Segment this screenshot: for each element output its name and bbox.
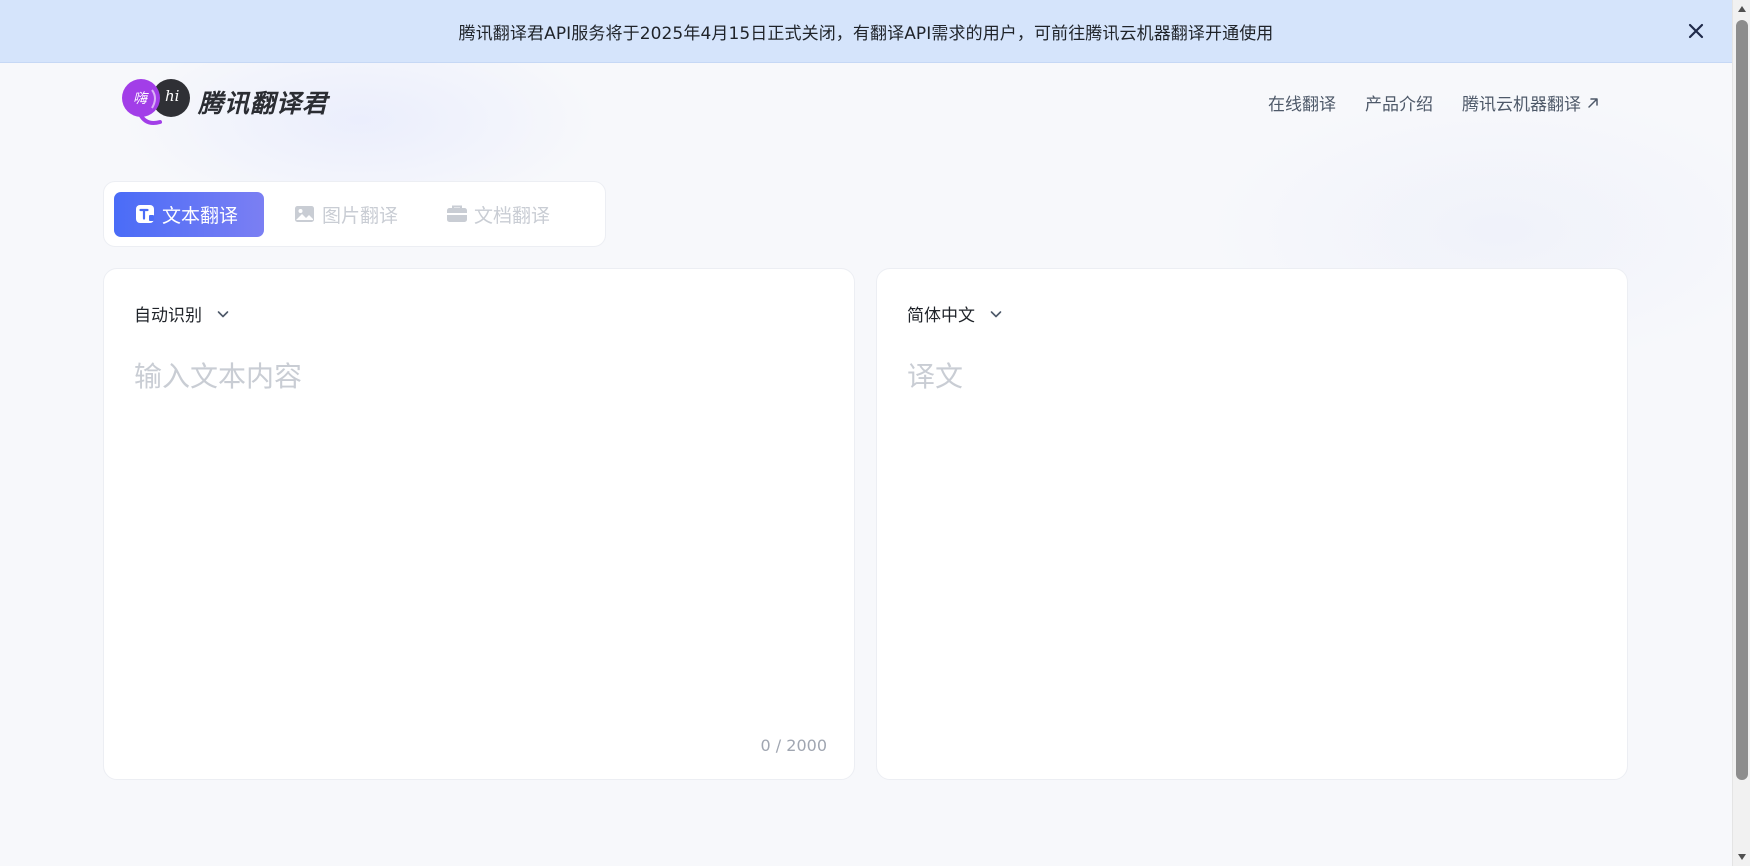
source-text-input[interactable] — [134, 355, 826, 719]
image-icon — [295, 206, 314, 222]
triangle-up-icon — [1738, 6, 1746, 12]
logo-badge-left: 嗨 — [133, 91, 147, 107]
triangle-down-icon — [1738, 854, 1746, 860]
scroll-up-button[interactable] — [1733, 0, 1750, 18]
scrollbar-thumb[interactable] — [1736, 20, 1748, 780]
tab-document-translate-label: 文档翻译 — [474, 204, 551, 227]
nav-tencent-cloud-mt[interactable]: 腾讯云机器翻译 — [1462, 90, 1600, 115]
nav-product-intro[interactable]: 产品介绍 — [1365, 90, 1433, 115]
logo-text: 腾讯翻译君 — [198, 89, 329, 118]
close-icon — [1688, 23, 1704, 39]
target-language-label: 简体中文 — [907, 306, 975, 326]
nav-online-translate[interactable]: 在线翻译 — [1268, 90, 1336, 115]
source-panel: 自动识别 0 / 2000 — [103, 268, 855, 780]
scroll-down-button[interactable] — [1733, 848, 1750, 866]
source-language-label: 自动识别 — [134, 306, 202, 326]
translation-output: 译文 — [907, 360, 964, 393]
external-link-icon — [1588, 97, 1598, 108]
tab-document-translate[interactable]: 文档翻译 — [426, 192, 568, 237]
chevron-down-icon — [217, 310, 229, 317]
source-language-select[interactable]: 自动识别 — [134, 301, 230, 326]
close-banner-button[interactable] — [1683, 18, 1709, 44]
announcement-text: 腾讯翻译君API服务将于2025年4月15日正式关闭，有翻译API需求的用户，可… — [458, 23, 1274, 44]
briefcase-icon — [447, 205, 468, 222]
logo-mark: 嗨 hi — [122, 76, 190, 128]
tab-image-translate-label: 图片翻译 — [322, 204, 399, 227]
page: 腾讯翻译君API服务将于2025年4月15日正式关闭，有翻译API需求的用户，可… — [0, 0, 1732, 866]
character-counter: 0 / 2000 — [760, 736, 827, 755]
logo-badge-right: hi — [165, 87, 180, 105]
chevron-down-icon — [990, 310, 1002, 317]
target-language-select[interactable]: 简体中文 — [907, 301, 1003, 326]
tab-text-translate[interactable]: 文本翻译 — [114, 191, 264, 237]
target-panel: 简体中文 译文 — [876, 268, 1628, 780]
text-doc-icon — [136, 205, 154, 223]
tab-image-translate[interactable]: 图片翻译 — [274, 192, 416, 237]
nav-tencent-cloud-mt-label: 腾讯云机器翻译 — [1462, 95, 1581, 115]
top-nav: 在线翻译 产品介绍 腾讯云机器翻译 — [1268, 90, 1600, 115]
tab-text-translate-label: 文本翻译 — [162, 204, 239, 227]
announcement-banner: 腾讯翻译君API服务将于2025年4月15日正式关闭，有翻译API需求的用户，可… — [0, 0, 1732, 63]
logo[interactable]: 嗨 hi 腾讯翻译君 — [122, 76, 328, 128]
translation-mode-tabs: 文本翻译 图片翻译 文档翻译 — [103, 181, 606, 247]
vertical-scrollbar[interactable] — [1732, 0, 1750, 866]
